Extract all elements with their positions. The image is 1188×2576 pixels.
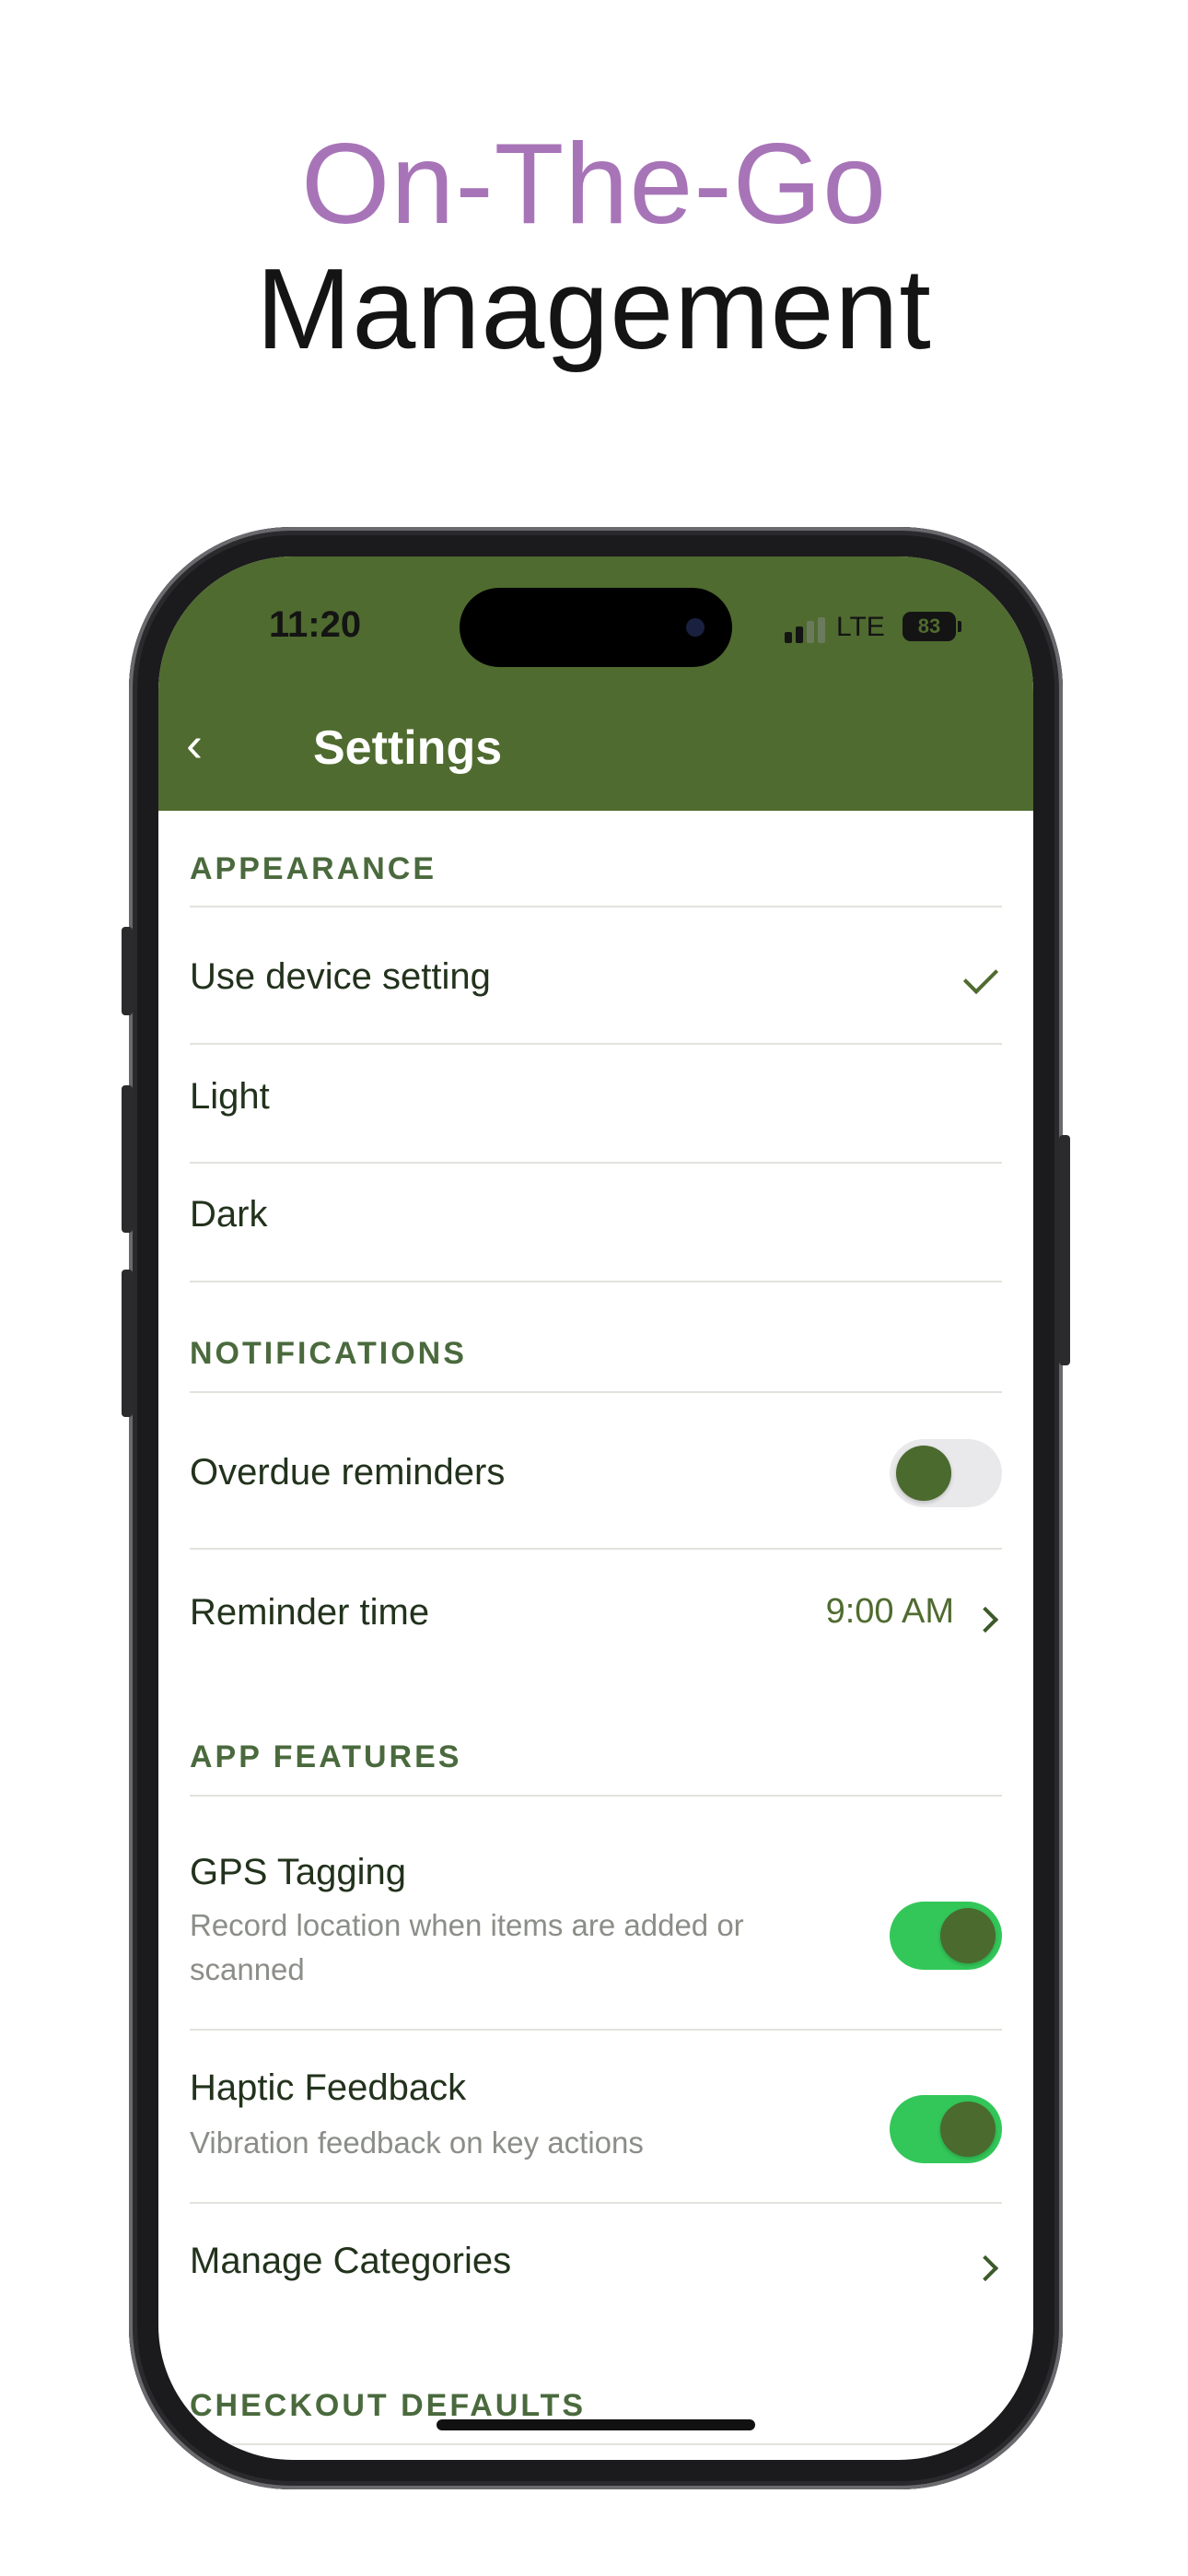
camera-icon [686, 618, 705, 637]
divider [190, 1281, 1002, 1282]
gps-tagging-label: GPS Tagging [190, 1852, 406, 1892]
reminder-time-value: 9:00 AM [825, 1592, 954, 1631]
network-label: LTE [836, 612, 885, 642]
phone-screen: 11:20 LTE 83 ‹ Settings APPEARANCE Use d… [158, 556, 1033, 2460]
battery-icon: 83 [903, 612, 956, 641]
option-label: Use device setting [190, 956, 491, 997]
option-label: Dark [190, 1194, 268, 1235]
page-title: Settings [313, 721, 503, 775]
divider [190, 1548, 1002, 1550]
battery-tip [958, 621, 961, 632]
headline-line-1: On-The-Go [300, 121, 888, 248]
divider [190, 1043, 1002, 1045]
option-label: Light [190, 1076, 270, 1117]
gps-tagging-description: Record location when items are added or … [190, 1908, 744, 1986]
status-time: 11:20 [269, 604, 362, 645]
overdue-reminders-toggle[interactable] [890, 1439, 1002, 1507]
phone-frame: 11:20 LTE 83 ‹ Settings APPEARANCE Use d… [122, 527, 1070, 2489]
volume-up-button [122, 1085, 133, 1233]
chevron-right-icon [972, 1606, 999, 1633]
side-button [1059, 1135, 1070, 1365]
volume-down-button [122, 1270, 133, 1417]
app-header: 11:20 LTE 83 ‹ Settings [158, 556, 1033, 811]
divider [190, 2443, 1002, 2445]
checkmark-icon [962, 958, 999, 995]
haptic-feedback-description: Vibration feedback on key actions [190, 2125, 644, 2160]
action-button [122, 927, 133, 1015]
haptic-feedback-toggle[interactable] [890, 2095, 1002, 2163]
divider [190, 1795, 1002, 1797]
signal-icon [785, 617, 825, 643]
reminder-time-label: Reminder time [190, 1592, 430, 1633]
divider [190, 2202, 1002, 2204]
section-title-app-features: APP FEATURES [190, 1739, 462, 1774]
section-title-notifications: NOTIFICATIONS [190, 1336, 467, 1371]
manage-categories-label: Manage Categories [190, 2241, 512, 2281]
headline-line-2: Management [256, 246, 932, 373]
home-indicator [437, 2419, 755, 2430]
divider [190, 1162, 1002, 1164]
divider [190, 906, 1002, 907]
divider [190, 1391, 1002, 1393]
chevron-right-icon [972, 2254, 999, 2282]
gps-tagging-toggle[interactable] [890, 1902, 1002, 1970]
section-title-appearance: APPEARANCE [190, 851, 437, 886]
headline: On-The-Go Management [0, 120, 1188, 374]
back-chevron-icon[interactable]: ‹ [186, 719, 203, 770]
haptic-feedback-label: Haptic Feedback [190, 2067, 467, 2108]
divider [190, 2029, 1002, 2031]
dynamic-island [460, 588, 732, 667]
overdue-reminders-label: Overdue reminders [190, 1452, 506, 1493]
